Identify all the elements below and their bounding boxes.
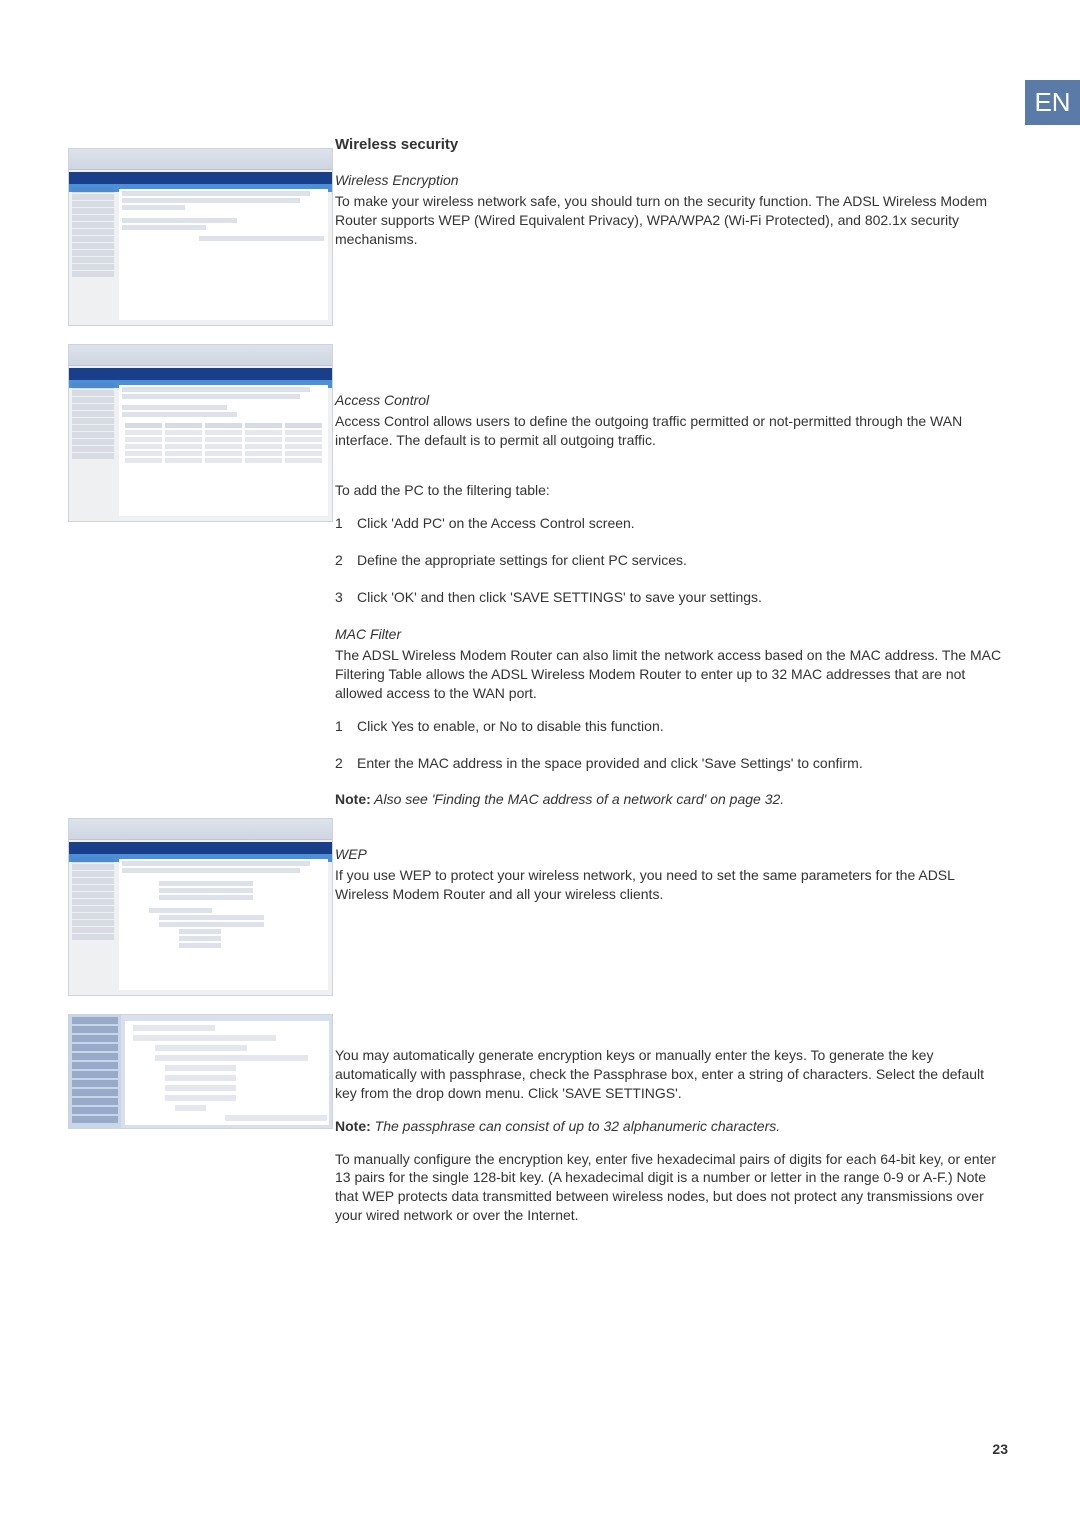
section-title: Wireless security — [335, 135, 1005, 155]
page-number: 23 — [992, 1441, 1008, 1457]
note-wep: Note: The passphrase can consist of up t… — [335, 1117, 1005, 1136]
note-body: Also see 'Finding the MAC address of a n… — [371, 791, 784, 807]
heading-access-control: Access Control — [335, 391, 1005, 410]
note-mac-filter: Note: Also see 'Finding the MAC address … — [335, 790, 1005, 809]
step-line: 2 Enter the MAC address in the space pro… — [335, 754, 1005, 773]
step-line: 2 Define the appropriate settings for cl… — [335, 551, 1005, 570]
heading-mac-filter: MAC Filter — [335, 625, 1005, 644]
figure-access-control — [68, 344, 333, 522]
step-text: Click 'Add PC' on the Access Control scr… — [357, 514, 635, 533]
step-number: 3 — [335, 588, 357, 607]
step-line: 3 Click 'OK' and then click 'SAVE SETTIN… — [335, 588, 1005, 607]
step-number: 1 — [335, 514, 357, 533]
text-wep-body1: You may automatically generate encryptio… — [335, 1046, 1005, 1103]
note-body: The passphrase can consist of up to 32 a… — [371, 1118, 780, 1134]
text-access-control-leadin: To add the PC to the filtering table: — [335, 481, 1005, 500]
heading-wireless-encryption: Wireless Encryption — [335, 171, 1005, 190]
step-line: 1 Click Yes to enable, or No to disable … — [335, 717, 1005, 736]
text-access-control-intro: Access Control allows users to define th… — [335, 412, 1005, 450]
figure-wep-keys — [68, 1014, 333, 1129]
step-number: 2 — [335, 551, 357, 570]
text-wep-body2: To manually configure the encryption key… — [335, 1150, 1005, 1226]
language-tab: EN — [1025, 80, 1080, 125]
step-line: 1 Click 'Add PC' on the Access Control s… — [335, 514, 1005, 533]
note-label: Note: — [335, 791, 371, 807]
text-wireless-encryption: To make your wireless network safe, you … — [335, 192, 1005, 249]
step-number: 2 — [335, 754, 357, 773]
heading-wep: WEP — [335, 845, 1005, 864]
step-text: Enter the MAC address in the space provi… — [357, 754, 863, 773]
text-mac-filter: The ADSL Wireless Modem Router can also … — [335, 646, 1005, 703]
step-text: Click Yes to enable, or No to disable th… — [357, 717, 664, 736]
step-text: Define the appropriate settings for clie… — [357, 551, 687, 570]
note-label: Note: — [335, 1118, 371, 1134]
text-wep-intro: If you use WEP to protect your wireless … — [335, 866, 1005, 904]
figure-wep-settings — [68, 818, 333, 996]
step-number: 1 — [335, 717, 357, 736]
step-text: Click 'OK' and then click 'SAVE SETTINGS… — [357, 588, 762, 607]
figure-wireless-encryption — [68, 148, 333, 326]
